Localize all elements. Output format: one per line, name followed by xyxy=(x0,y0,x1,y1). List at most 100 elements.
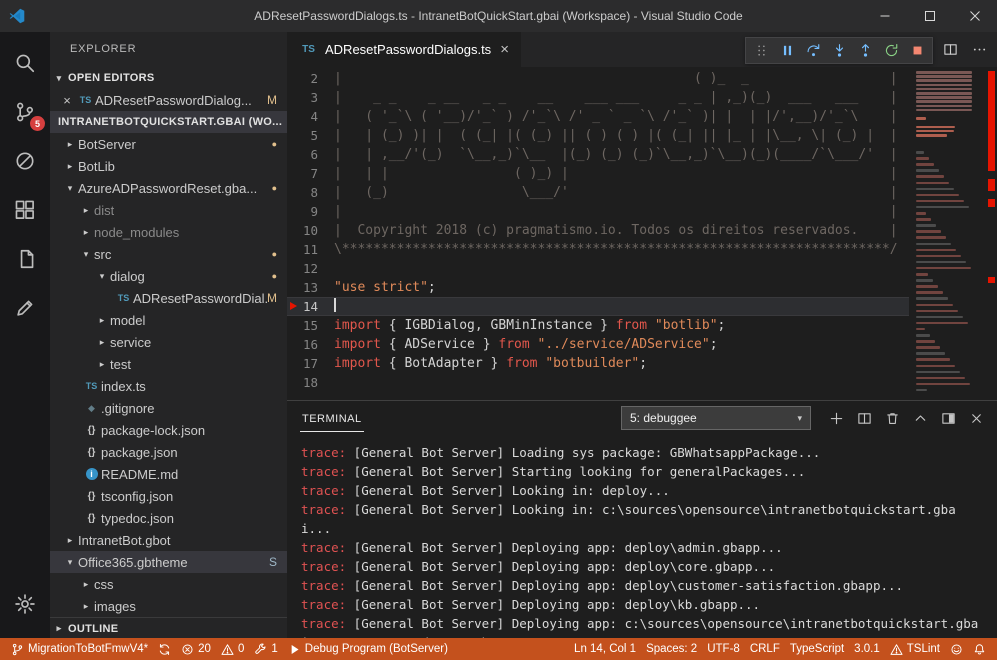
code-line[interactable]: 12 xyxy=(287,259,909,278)
maximize-panel-button[interactable] xyxy=(913,411,928,426)
activity-source-control-button[interactable]: 5 xyxy=(0,87,50,136)
chevron-right-icon[interactable]: ▸ xyxy=(94,315,110,326)
step-out-button[interactable] xyxy=(852,39,878,63)
status-0[interactable]: 0 xyxy=(216,638,249,660)
status-utf-8[interactable]: UTF-8 xyxy=(702,638,745,660)
tree-item-gitignore[interactable]: ◆.gitignore xyxy=(50,397,287,419)
code-line[interactable]: 7| | | ( )_) | | xyxy=(287,164,909,183)
code-line[interactable]: 3| _ _ _ __ _ _ __ ___ ___ _ _ | ,_)(_) … xyxy=(287,88,909,107)
line-number[interactable]: 3 xyxy=(287,88,334,107)
chevron-down-icon[interactable]: ▾ xyxy=(94,271,110,282)
close-panel-button[interactable] xyxy=(969,411,984,426)
tree-item-test[interactable]: ▸test xyxy=(50,353,287,375)
open-editor-item[interactable]: ×TSADResetPasswordDialog...M xyxy=(50,89,287,111)
terminal-selector[interactable]: 5: debuggee ▾ xyxy=(621,406,811,430)
status-tslint[interactable]: TSLint xyxy=(885,638,945,660)
restart-button[interactable] xyxy=(878,39,904,63)
status-crlf[interactable]: CRLF xyxy=(745,638,785,660)
code-line[interactable]: 5| | (_) )| | ( (_| |( (_) || ( ) ( ) |(… xyxy=(287,126,909,145)
tree-item-model[interactable]: ▸model xyxy=(50,309,287,331)
line-number[interactable]: 8 xyxy=(287,183,334,202)
chevron-right-icon[interactable]: ▸ xyxy=(62,535,78,546)
workspace-header[interactable]: INTRANETBOTQUICKSTART.GBAI (WO... xyxy=(50,111,287,133)
chevron-down-icon[interactable]: ▾ xyxy=(62,557,78,568)
tree-item-images[interactable]: ▸images xyxy=(50,595,287,617)
tree-item-dialog[interactable]: ▾dialog● xyxy=(50,265,287,287)
line-number[interactable]: 12 xyxy=(287,259,334,278)
line-number[interactable]: 16 xyxy=(287,335,334,354)
code-line[interactable]: 18 xyxy=(287,373,909,392)
line-number[interactable]: 4 xyxy=(287,107,334,126)
chevron-right-icon[interactable]: ▸ xyxy=(94,337,110,348)
code-line[interactable]: 9| | xyxy=(287,202,909,221)
tree-item-botlib[interactable]: ▸BotLib xyxy=(50,155,287,177)
status-ln-14-col-1[interactable]: Ln 14, Col 1 xyxy=(569,638,641,660)
code-line[interactable]: 10| Copyright 2018 (c) pragmatismo.io. T… xyxy=(287,221,909,240)
status-3-0-1[interactable]: 3.0.1 xyxy=(849,638,885,660)
close-button[interactable] xyxy=(952,0,997,32)
pause-button[interactable] xyxy=(774,39,800,63)
drag-handle-button[interactable] xyxy=(748,39,774,63)
chevron-right-icon[interactable]: ▸ xyxy=(78,205,94,216)
status-smiley[interactable] xyxy=(945,638,968,660)
tree-item-css[interactable]: ▸css xyxy=(50,573,287,595)
status-sync[interactable] xyxy=(153,638,176,660)
tree-item-package-lock-json[interactable]: {}package-lock.json xyxy=(50,419,287,441)
activity-files-button[interactable] xyxy=(0,234,50,283)
step-over-button[interactable] xyxy=(800,39,826,63)
line-number[interactable]: 7 xyxy=(287,164,334,183)
status-migrationtobotfmwv4[interactable]: MigrationToBotFmwV4* xyxy=(6,638,153,660)
code-line[interactable]: 17import { BotAdapter } from "botbuilder… xyxy=(287,354,909,373)
activity-edit-button[interactable] xyxy=(0,283,50,332)
code-line[interactable]: 13"use strict"; xyxy=(287,278,909,297)
line-number[interactable]: 11 xyxy=(287,240,334,259)
chevron-right-icon[interactable]: ▸ xyxy=(62,161,78,172)
minimize-button[interactable] xyxy=(862,0,907,32)
tree-item-node-modules[interactable]: ▸node_modules xyxy=(50,221,287,243)
line-number[interactable]: 17 xyxy=(287,354,334,373)
tree-item-adresetpassworddial[interactable]: TSADResetPasswordDial...M xyxy=(50,287,287,309)
line-number[interactable]: 9 xyxy=(287,202,334,221)
line-number[interactable]: 2 xyxy=(287,69,334,88)
line-number[interactable]: 18 xyxy=(287,373,334,392)
status-20[interactable]: 20 xyxy=(176,638,216,660)
terminal-output[interactable]: trace: [General Bot Server] Loading sys … xyxy=(287,435,997,638)
tree-item-readme-md[interactable]: iREADME.md xyxy=(50,463,287,485)
minimap[interactable] xyxy=(913,67,985,400)
code-editor[interactable]: 2| ( )_ _ |3| _ _ _ __ _ _ __ ___ ___ _ … xyxy=(287,67,997,400)
tree-item-package-json[interactable]: {}package.json xyxy=(50,441,287,463)
stop-button[interactable] xyxy=(904,39,930,63)
tree-item-typedoc-json[interactable]: {}typedoc.json xyxy=(50,507,287,529)
chevron-right-icon[interactable]: ▸ xyxy=(78,601,94,612)
status-bell[interactable] xyxy=(968,638,991,660)
code-line[interactable]: 2| ( )_ _ | xyxy=(287,69,909,88)
split-terminal-button[interactable] xyxy=(857,411,872,426)
new-terminal-button[interactable] xyxy=(829,411,844,426)
chevron-right-icon[interactable]: ▸ xyxy=(62,139,78,150)
status-1[interactable]: 1 xyxy=(249,638,282,660)
tree-item-index-ts[interactable]: TSindex.ts xyxy=(50,375,287,397)
toggle-panel-layout-button[interactable] xyxy=(941,411,956,426)
activity-debug-button[interactable] xyxy=(0,136,50,185)
chevron-right-icon[interactable]: ▸ xyxy=(94,359,110,370)
more-actions-button[interactable] xyxy=(972,42,987,57)
line-number[interactable]: 15 xyxy=(287,316,334,335)
chevron-down-icon[interactable]: ▾ xyxy=(78,249,94,260)
tree-item-service[interactable]: ▸service xyxy=(50,331,287,353)
code-line[interactable]: 14 xyxy=(287,297,909,316)
tree-item-intranetbot-gbot[interactable]: ▸IntranetBot.gbot xyxy=(50,529,287,551)
tab-terminal[interactable]: TERMINAL xyxy=(300,404,364,432)
activity-settings-button[interactable] xyxy=(0,579,50,628)
tree-item-src[interactable]: ▾src● xyxy=(50,243,287,265)
chevron-right-icon[interactable]: ▸ xyxy=(78,579,94,590)
status-spaces-2[interactable]: Spaces: 2 xyxy=(641,638,702,660)
code-line[interactable]: 11\*************************************… xyxy=(287,240,909,259)
kill-terminal-button[interactable] xyxy=(885,411,900,426)
code-line[interactable]: 15import { IGBDialog, GBMinInstance } fr… xyxy=(287,316,909,335)
status-debug-program-botserver[interactable]: Debug Program (BotServer) xyxy=(283,638,453,660)
tab-adresetpassworddialogs-ts[interactable]: TS ADResetPasswordDialogs.ts × xyxy=(287,32,521,67)
maximize-button[interactable] xyxy=(907,0,952,32)
tree-item-tsconfig-json[interactable]: {}tsconfig.json xyxy=(50,485,287,507)
code-line[interactable]: 6| | ,__/'(_) `\__,_)`\__ |(_) (_) (_)`\… xyxy=(287,145,909,164)
outline-header[interactable]: ▸ OUTLINE xyxy=(50,617,287,638)
